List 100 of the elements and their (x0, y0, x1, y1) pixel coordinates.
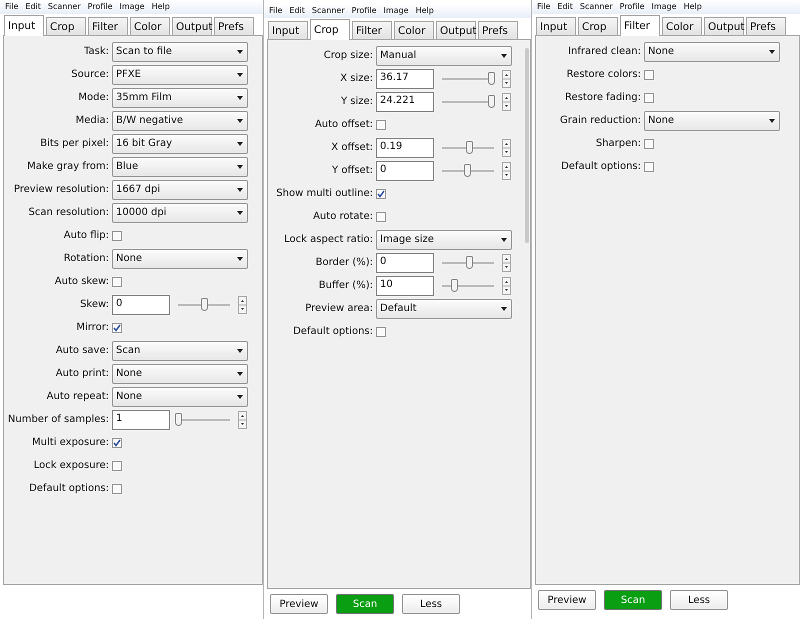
slider-thumb[interactable] (466, 256, 474, 268)
tab[interactable]: Color (130, 17, 170, 35)
spinner-icon[interactable] (238, 296, 247, 314)
menu-item[interactable]: Profile (620, 0, 644, 14)
menu-item[interactable]: Scanner (580, 0, 613, 14)
input-field[interactable]: 36.17 (376, 68, 434, 88)
dropdown[interactable]: None (112, 364, 248, 384)
tab[interactable]: Filter (88, 17, 128, 35)
menu-item[interactable]: Edit (557, 0, 573, 14)
menu-item[interactable]: Help (416, 4, 434, 18)
input-field[interactable]: 24.221 (376, 92, 434, 112)
tab[interactable]: Color (662, 17, 702, 35)
spinner-icon[interactable] (502, 254, 511, 272)
menu-item[interactable]: Image (652, 0, 677, 14)
button[interactable]: Less (670, 590, 728, 610)
caret-icon (769, 50, 775, 54)
dropdown[interactable]: None (112, 386, 248, 406)
menu-item[interactable]: Scanner (48, 0, 81, 14)
dropdown[interactable]: Scan to file (112, 42, 248, 62)
input-field[interactable]: 10 (376, 276, 434, 296)
tab[interactable]: Output (436, 21, 476, 39)
input-field[interactable]: 1 (112, 410, 170, 430)
slider-thumb[interactable] (175, 412, 182, 426)
scrollbar[interactable] (525, 48, 529, 243)
tab[interactable]: Input (268, 21, 308, 39)
input-field[interactable]: 0 (376, 252, 434, 272)
menu-item[interactable]: Image (120, 0, 145, 14)
checkbox[interactable] (112, 322, 122, 332)
dropdown[interactable]: Scan (112, 340, 248, 360)
tab[interactable]: Crop (578, 17, 618, 35)
checkbox[interactable] (644, 162, 654, 172)
checkbox[interactable] (376, 120, 386, 130)
tab[interactable]: Input (536, 17, 576, 35)
menu-item[interactable]: File (537, 0, 550, 14)
checkbox[interactable] (112, 230, 122, 240)
tab[interactable]: Output (704, 17, 744, 35)
dropdown[interactable]: None (644, 110, 780, 130)
checkbox[interactable] (112, 460, 122, 470)
dropdown[interactable]: Blue (112, 156, 248, 176)
menu-item[interactable]: File (5, 0, 18, 14)
checkbox[interactable] (376, 326, 386, 336)
tab[interactable]: Color (394, 21, 434, 39)
menu-item[interactable]: Edit (289, 4, 305, 18)
checkbox[interactable] (644, 138, 654, 148)
dropdown[interactable]: None (112, 248, 248, 268)
menu-item[interactable]: File (269, 4, 282, 18)
dropdown[interactable]: 16 bit Gray (112, 134, 248, 154)
input-field[interactable]: 0.19 (376, 138, 434, 158)
checkbox[interactable] (112, 484, 122, 494)
field-label: Task: (83, 45, 109, 59)
checkbox[interactable] (644, 70, 654, 80)
dropdown[interactable]: B/W negative (112, 110, 248, 130)
spinner-icon[interactable] (238, 410, 247, 428)
input-field[interactable]: 0 (112, 294, 170, 314)
menu-item[interactable]: Edit (25, 0, 41, 14)
checkbox[interactable] (376, 188, 386, 198)
tab[interactable]: Crop (310, 19, 350, 40)
tab[interactable]: Prefs (746, 17, 786, 35)
checkbox[interactable] (376, 212, 386, 222)
tab[interactable]: Filter (352, 21, 392, 39)
menu-item[interactable]: Profile (88, 0, 112, 14)
menu-item[interactable]: Help (684, 0, 702, 14)
dropdown[interactable]: 10000 dpi (112, 202, 248, 222)
button[interactable]: Scan (336, 594, 394, 614)
button[interactable]: Preview (538, 590, 596, 610)
checkbox[interactable] (112, 438, 122, 448)
checkbox[interactable] (112, 276, 122, 286)
spinner-icon[interactable] (502, 162, 511, 180)
slider-thumb[interactable] (488, 72, 496, 84)
dropdown[interactable]: 35mm Film (112, 88, 248, 108)
tab[interactable]: Crop (46, 17, 86, 35)
slider-thumb[interactable] (466, 140, 474, 154)
menu-item[interactable]: Scanner (312, 4, 345, 18)
slider-thumb[interactable] (451, 278, 458, 292)
dropdown[interactable]: Default (376, 298, 512, 318)
menu-item[interactable]: Profile (352, 4, 376, 18)
input-field[interactable]: 0 (376, 160, 434, 180)
dropdown[interactable]: Manual (376, 46, 512, 66)
slider-thumb[interactable] (201, 298, 208, 310)
spinner-icon[interactable] (502, 70, 511, 88)
slider-thumb[interactable] (464, 164, 471, 176)
checkbox[interactable] (644, 92, 654, 102)
tab[interactable]: Prefs (214, 17, 254, 35)
menu-item[interactable]: Image (384, 4, 409, 18)
tab[interactable]: Output (172, 17, 212, 35)
spinner-icon[interactable] (502, 138, 511, 156)
spinner-icon[interactable] (502, 92, 511, 110)
tab[interactable]: Input (4, 15, 44, 36)
dropdown[interactable]: Image size (376, 230, 512, 250)
button[interactable]: Preview (270, 594, 328, 614)
tab[interactable]: Filter (620, 15, 660, 36)
dropdown[interactable]: None (644, 42, 780, 62)
button[interactable]: Less (402, 594, 460, 614)
slider-thumb[interactable] (488, 94, 496, 108)
dropdown[interactable]: PFXE (112, 64, 248, 84)
spinner-icon[interactable] (502, 276, 511, 294)
dropdown[interactable]: 1667 dpi (112, 180, 248, 200)
button[interactable]: Scan (604, 590, 662, 610)
tab[interactable]: Prefs (478, 21, 518, 39)
menu-item[interactable]: Help (152, 0, 170, 14)
